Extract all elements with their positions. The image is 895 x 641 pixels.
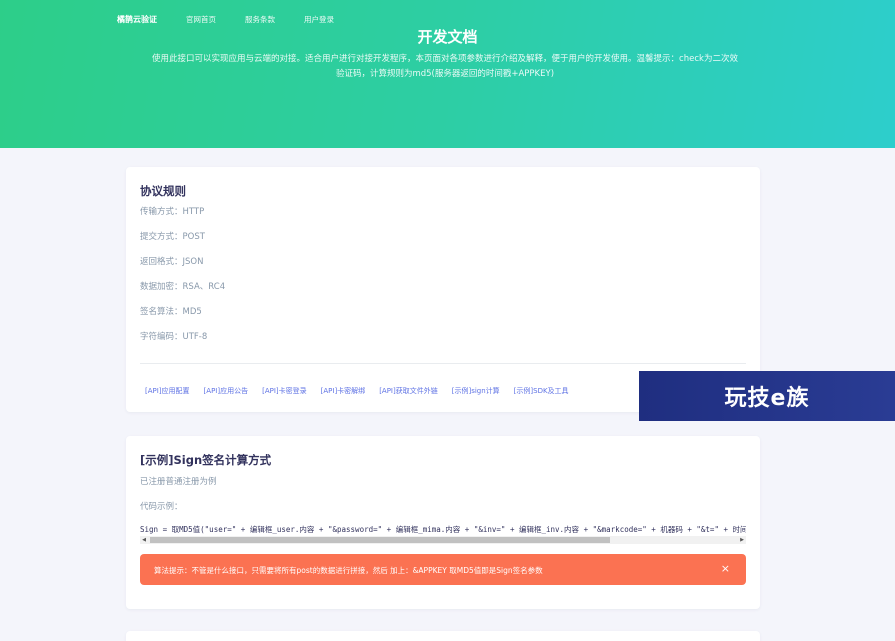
- rule-method: 提交方式：POST: [140, 232, 205, 242]
- api-link-card-login[interactable]: [API]卡密登录: [262, 386, 307, 396]
- nav-link-login[interactable]: 用户登录: [304, 14, 334, 25]
- hero-banner: 橘鹊云验证 官网首页 服务条款 用户登录 开发文档 使用此接口可以实现应用与云端…: [0, 0, 895, 148]
- page-description: 使用此接口可以实现应用与云端的对接。适合用户进行对接开发程序，本页面对各项参数进…: [120, 52, 770, 82]
- rule-transport: 传输方式：HTTP: [140, 207, 205, 217]
- page-title: 开发文档: [417, 28, 478, 46]
- sign-card: [示例]Sign签名计算方式 已注册普通注册为例 代码示例： Sign = 取M…: [126, 436, 760, 609]
- page-description-line-2: 验证码，计算规则为md5(服务器返回的时间戳+APPKEY): [335, 69, 555, 79]
- scroll-right-icon[interactable]: ▶: [738, 536, 746, 544]
- close-icon[interactable]: ×: [721, 562, 730, 575]
- rule-signature: 签名算法：MD5: [140, 307, 202, 317]
- next-card: [126, 631, 760, 641]
- protocol-title: 协议规则: [140, 184, 186, 198]
- api-link-list: [API]应用配置 [API]应用公告 [API]卡密登录 [API]卡密解绑 …: [145, 386, 583, 396]
- alert-text: 算法提示：不管是什么接口，只需要将所有post的数据进行拼接，然后 加上：&AP…: [154, 566, 543, 575]
- api-link-sdk-tools[interactable]: [示例]SDK及工具: [514, 386, 569, 396]
- scroll-left-icon[interactable]: ◀: [140, 536, 148, 544]
- api-link-app-config[interactable]: [API]应用配置: [145, 386, 190, 396]
- horizontal-scrollbar[interactable]: ◀ ▶: [140, 536, 746, 544]
- watermark-logo: 玩技e族: [639, 371, 895, 421]
- api-link-card-unbind[interactable]: [API]卡密解绑: [321, 386, 366, 396]
- scroll-thumb[interactable]: [150, 537, 610, 543]
- rule-encoding: 字符编码：UTF-8: [140, 332, 208, 342]
- divider: [140, 363, 746, 364]
- rule-encryption: 数据加密：RSA、RC4: [140, 282, 226, 292]
- page-description-line-1: 使用此接口可以实现应用与云端的对接。适合用户进行对接开发程序，本页面对各项参数进…: [152, 54, 738, 64]
- watermark-text: 玩技e族: [724, 386, 810, 411]
- api-link-app-notice[interactable]: [API]应用公告: [204, 386, 249, 396]
- algorithm-alert: 算法提示：不管是什么接口，只需要将所有post的数据进行拼接，然后 加上：&AP…: [140, 554, 746, 585]
- code-label: 代码示例：: [140, 502, 183, 512]
- top-nav: 橘鹊云验证 官网首页 服务条款 用户登录: [117, 14, 363, 25]
- brand-logo[interactable]: 橘鹊云验证: [117, 14, 157, 25]
- nav-link-home[interactable]: 官网首页: [186, 14, 216, 25]
- api-link-sign-example[interactable]: [示例]sign计算: [452, 386, 500, 396]
- api-link-file-link[interactable]: [API]获取文件外链: [379, 386, 438, 396]
- sign-subtitle: 已注册普通注册为例: [140, 477, 217, 487]
- rule-format: 返回格式：JSON: [140, 257, 204, 267]
- sign-title: [示例]Sign签名计算方式: [140, 453, 272, 467]
- code-example: Sign = 取MD5值("user=" + 编辑框_user.内容 + "&p…: [140, 525, 746, 534]
- nav-link-terms[interactable]: 服务条款: [245, 14, 275, 25]
